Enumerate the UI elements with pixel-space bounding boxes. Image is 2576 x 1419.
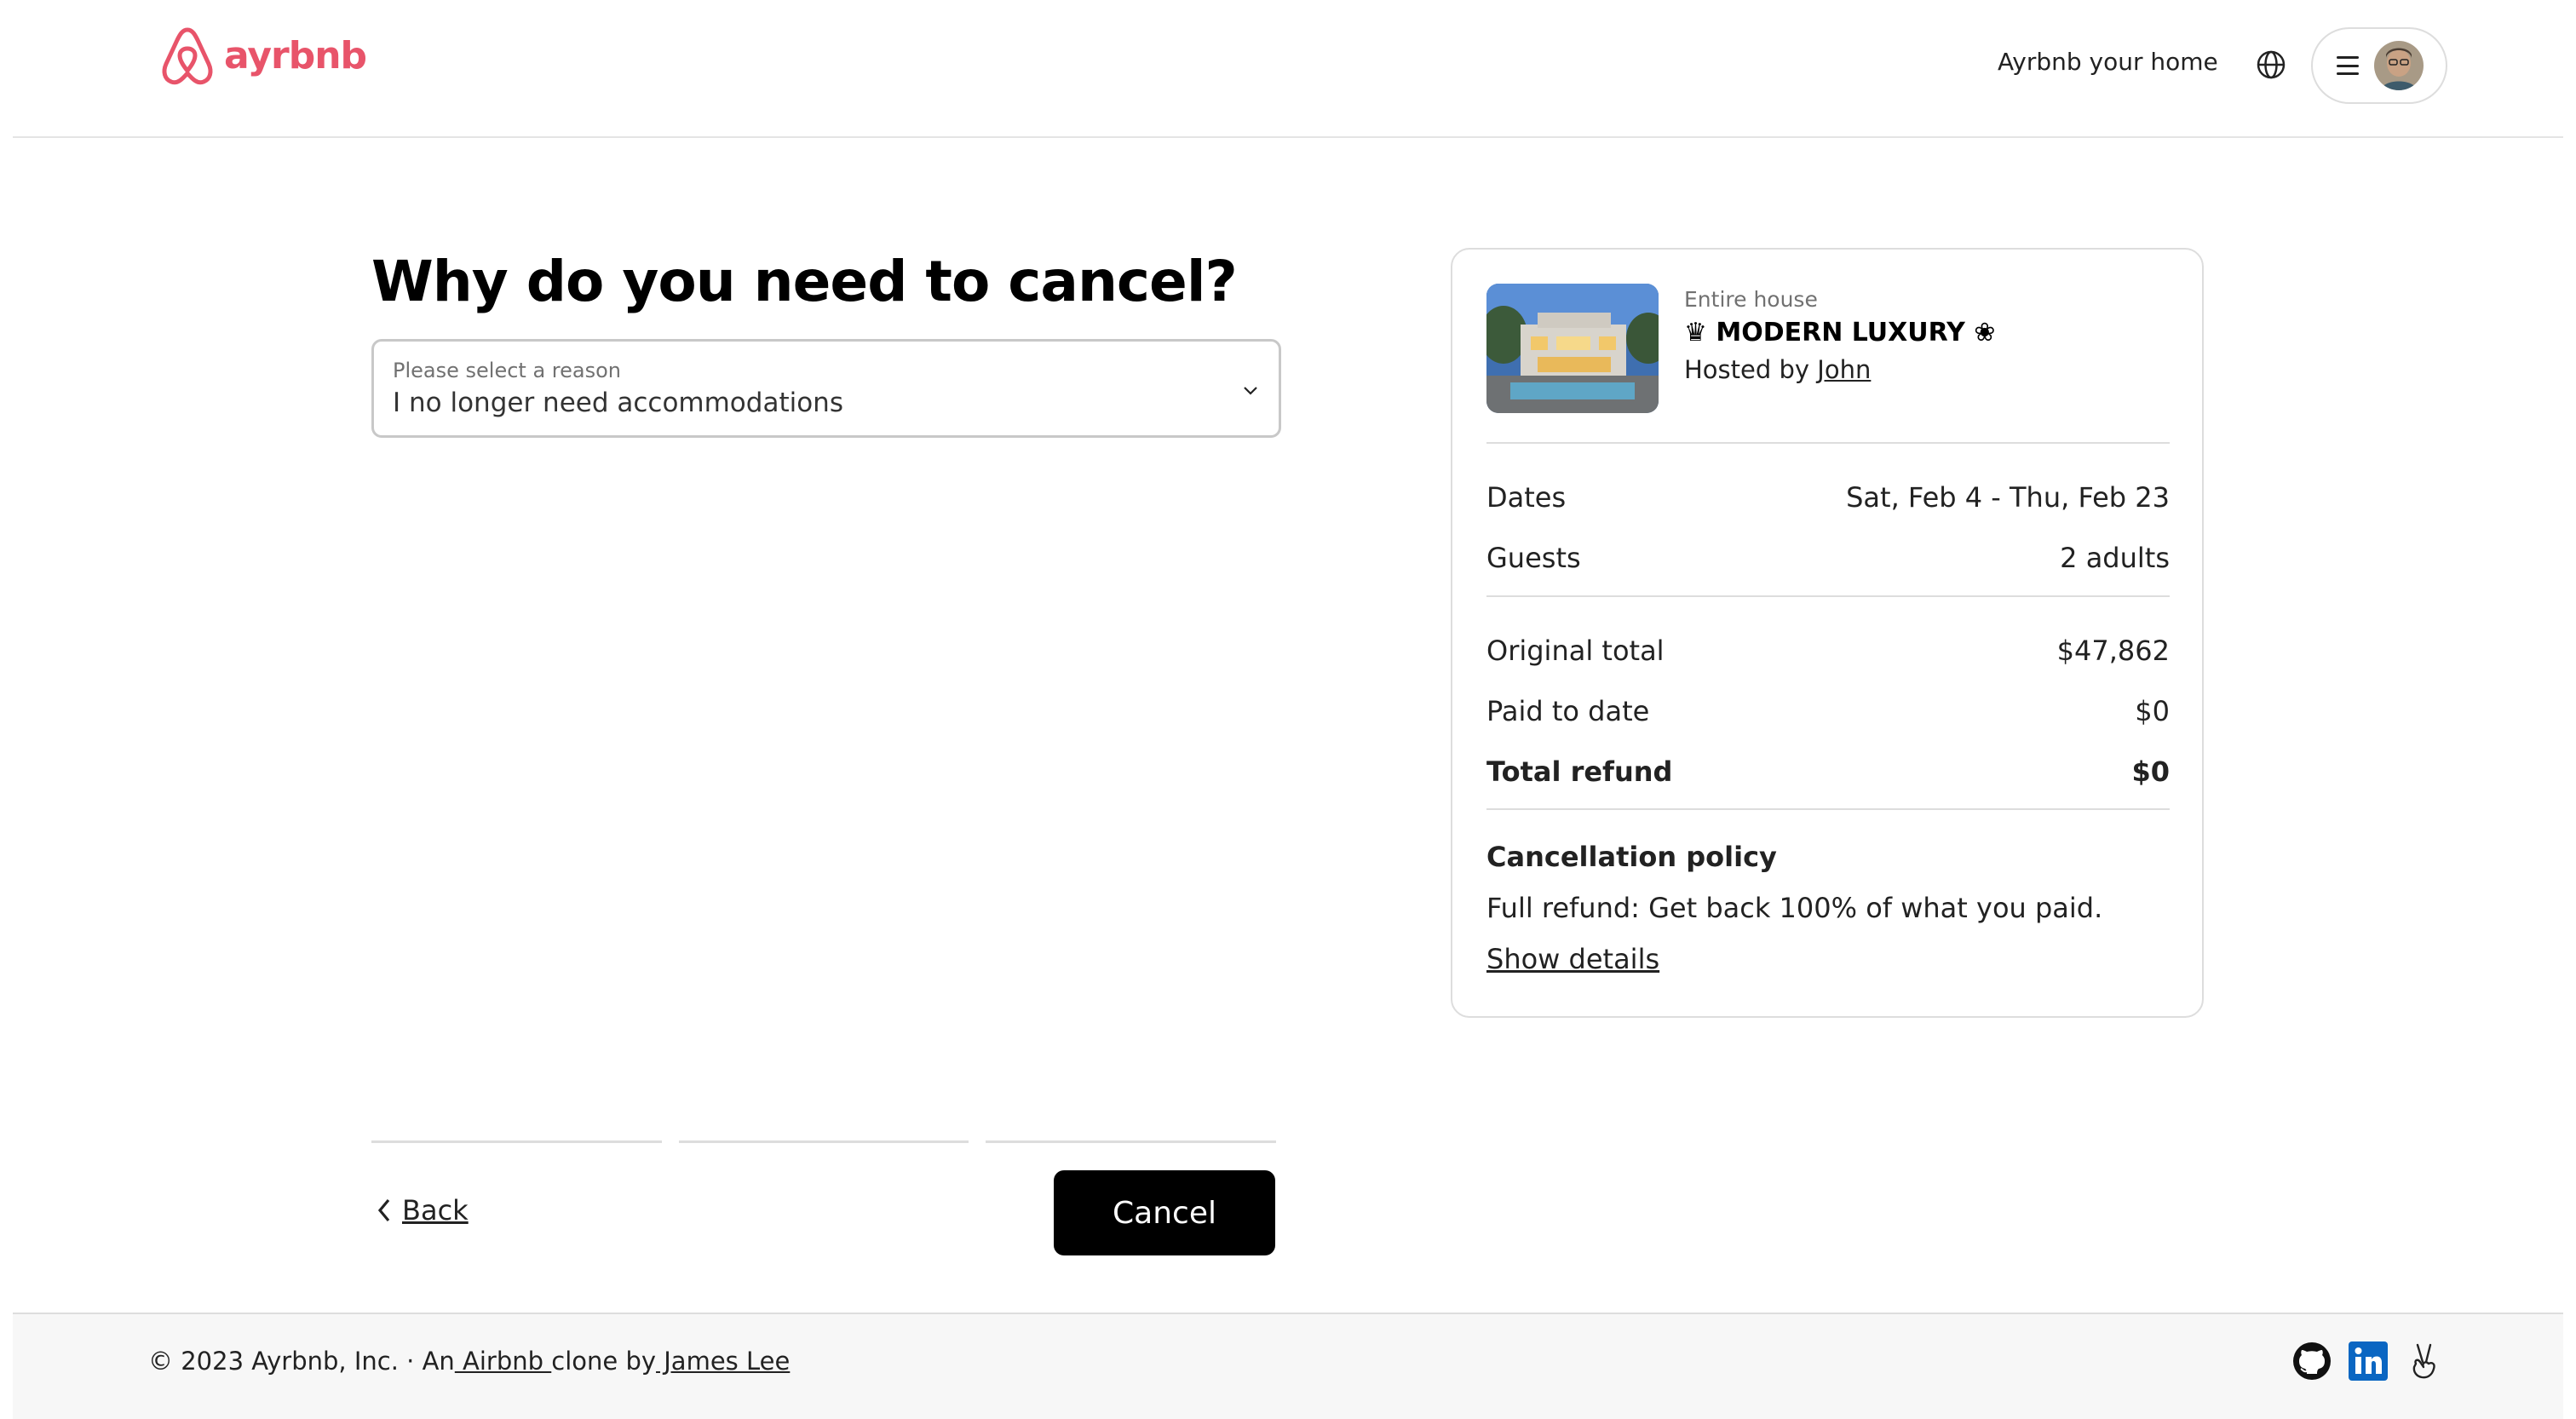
divider [1486, 442, 2170, 444]
ayrbnb-logo-icon [162, 27, 213, 85]
paid-to-date-label: Paid to date [1486, 695, 1650, 727]
cancel-button[interactable]: Cancel [1054, 1170, 1275, 1255]
dates-row: Dates Sat, Feb 4 - Thu, Feb 23 [1486, 481, 2170, 514]
total-refund-label: Total refund [1486, 755, 1673, 788]
guests-value: 2 adults [2060, 542, 2170, 574]
listing-name: ♛ MODERN LUXURY ❀ [1684, 318, 1996, 348]
total-refund-row: Total refund $0 [1486, 755, 2170, 788]
chevron-left-icon [377, 1198, 390, 1222]
original-total-value: $47,862 [2056, 635, 2170, 667]
reason-select-value: I no longer need accommodations [393, 388, 843, 418]
footer-clone-by: clone by [551, 1347, 657, 1376]
original-total-label: Original total [1486, 635, 1665, 667]
hosted-by-prefix: Hosted by [1684, 355, 1818, 384]
angellist-icon[interactable] [2405, 1341, 2444, 1381]
cancellation-policy-title: Cancellation policy [1486, 841, 1777, 873]
footer: © 2023 Ayrbnb, Inc. · An Airbnb clone by… [13, 1313, 2563, 1419]
divider [1486, 595, 2170, 597]
chevron-down-icon [1244, 387, 1257, 395]
menu-icon [2337, 56, 2359, 75]
footer-text: © 2023 Ayrbnb, Inc. · An Airbnb clone by… [148, 1347, 790, 1376]
dates-label: Dates [1486, 481, 1567, 514]
user-menu-button[interactable] [2311, 27, 2447, 104]
listing-photo[interactable] [1486, 284, 1659, 413]
brand-logo[interactable]: ayrbnb [159, 24, 367, 87]
copyright: © 2023 Ayrbnb, Inc. [148, 1347, 399, 1376]
page-title: Why do you need to cancel? [371, 249, 1238, 314]
github-icon[interactable] [2292, 1341, 2332, 1381]
footer-an: An [422, 1347, 455, 1376]
guests-label: Guests [1486, 542, 1581, 574]
progress-step [371, 1140, 662, 1143]
back-button[interactable]: Back [375, 1194, 469, 1227]
airbnb-link[interactable]: Airbnb [455, 1347, 551, 1376]
top-nav: ayrbnb Ayrbnb your home [13, 0, 2563, 138]
hosted-by: Hosted by John [1684, 355, 1871, 384]
reason-select-label: Please select a reason [393, 359, 621, 382]
listing-type: Entire house [1684, 287, 1818, 312]
paid-to-date-value: $0 [2135, 695, 2170, 727]
paid-to-date-row: Paid to date $0 [1486, 695, 2170, 727]
progress-steps [371, 1140, 1277, 1143]
total-refund-value: $0 [2131, 755, 2170, 788]
divider [1486, 808, 2170, 810]
show-details-link[interactable]: Show details [1486, 943, 1659, 975]
back-label: Back [402, 1194, 469, 1227]
cancellation-policy-text: Full refund: Get back 100% of what you p… [1486, 892, 2103, 924]
dates-value: Sat, Feb 4 - Thu, Feb 23 [1846, 481, 2170, 514]
linkedin-icon[interactable] [2349, 1341, 2388, 1381]
globe-icon[interactable] [2256, 49, 2286, 80]
avatar [2374, 41, 2424, 90]
cancel-reason-select[interactable]: Please select a reason I no longer need … [371, 339, 1281, 438]
original-total-row: Original total $47,862 [1486, 635, 2170, 667]
host-your-home-link[interactable]: Ayrbnb your home [1998, 48, 2218, 76]
progress-step [678, 1140, 969, 1143]
host-name-link[interactable]: John [1817, 355, 1871, 384]
progress-step [986, 1140, 1277, 1143]
footer-separator: · [398, 1347, 423, 1376]
reservation-summary-card: Entire house ♛ MODERN LUXURY ❀ Hosted by… [1451, 248, 2204, 1018]
brand-name: ayrbnb [224, 33, 367, 78]
social-links [2292, 1341, 2444, 1381]
author-link[interactable]: James Lee [656, 1347, 790, 1376]
guests-row: Guests 2 adults [1486, 542, 2170, 574]
